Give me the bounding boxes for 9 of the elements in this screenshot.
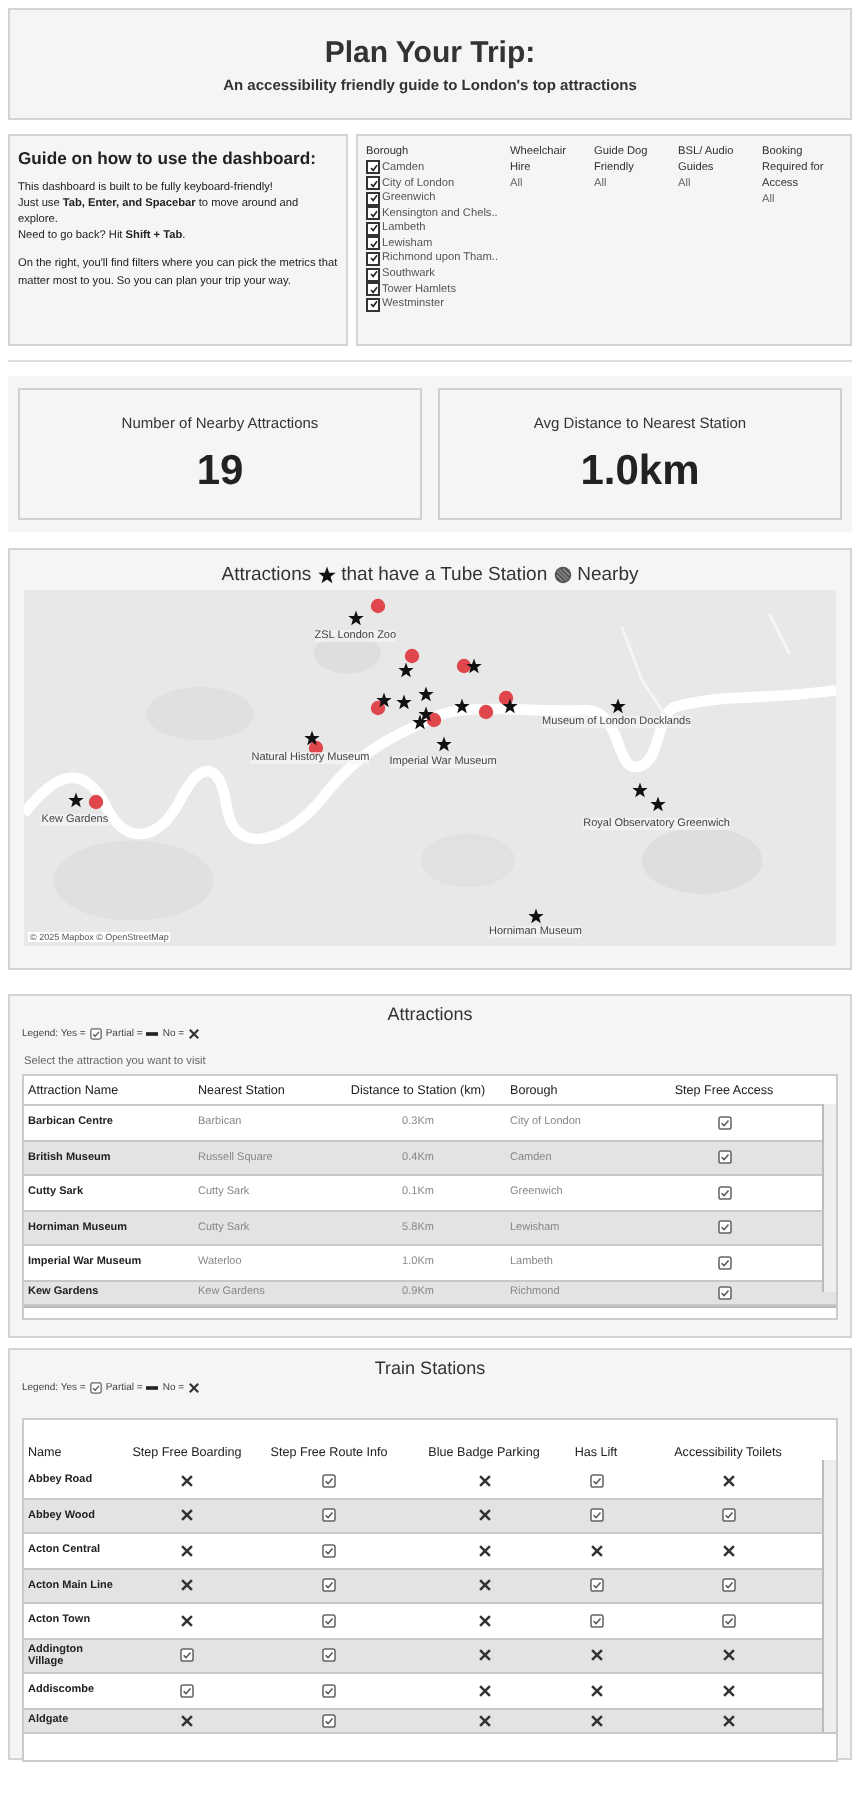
section-title: Attractions — [385, 1004, 475, 1024]
dashboard-title: Plan Your Trip: — [324, 35, 536, 69]
kpi-value: 19 — [196, 447, 244, 495]
map-title: Nearby — [577, 563, 639, 585]
guide-title: Guide on how to use the dashboard: — [18, 148, 318, 168]
map-title: that have a Tube Station — [341, 563, 548, 585]
kpi-value: 1.0km — [580, 447, 700, 495]
section-title: Train Stations — [372, 1358, 488, 1378]
map-title: Attractions — [221, 563, 312, 585]
